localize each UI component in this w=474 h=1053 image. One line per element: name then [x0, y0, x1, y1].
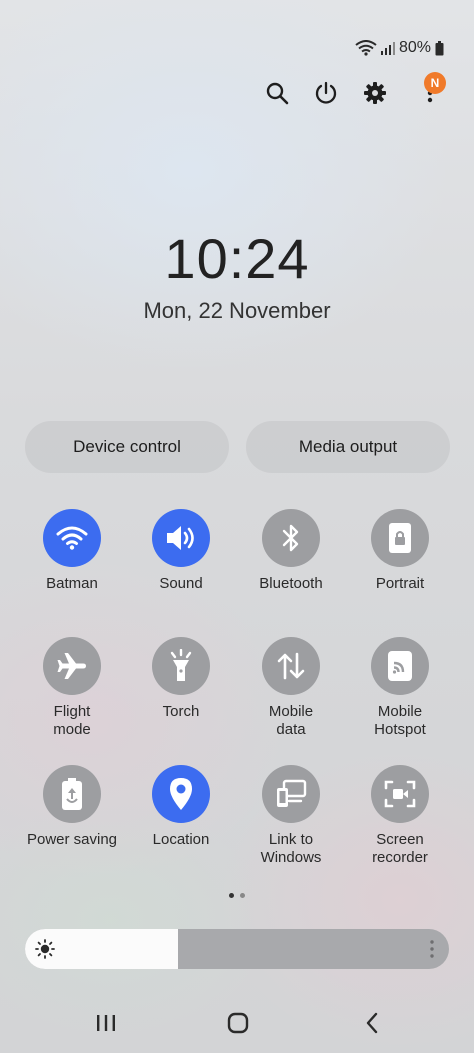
tile-label: Flight mode — [53, 703, 91, 738]
navigation-bar — [0, 1000, 474, 1046]
back-button[interactable] — [354, 1008, 390, 1038]
sun-icon — [35, 939, 55, 964]
tile-power-saving[interactable]: Power saving — [17, 765, 127, 849]
signal-icon — [380, 41, 395, 55]
tile-label: Link to Windows — [260, 831, 322, 866]
power-icon — [315, 81, 337, 104]
page-dot — [240, 893, 245, 898]
tile-wifi[interactable]: Batman — [17, 509, 127, 593]
tile-mobile-data[interactable]: Mobile data — [236, 637, 346, 739]
tile-flight-mode[interactable]: Flight mode — [17, 637, 127, 739]
tile-label: Screen recorder — [372, 831, 428, 866]
battery-percent: 80% — [398, 39, 431, 56]
link-windows-icon — [262, 765, 320, 823]
search-icon — [266, 82, 289, 105]
flashlight-icon — [152, 637, 210, 695]
tile-label: Mobile Hotspot — [374, 703, 426, 738]
device-control-button[interactable]: Device control — [25, 421, 229, 473]
notification-badge: N — [424, 72, 446, 94]
search-button[interactable] — [260, 76, 294, 110]
tile-location[interactable]: Location — [126, 765, 236, 849]
tile-portrait[interactable]: Portrait — [345, 509, 455, 593]
back-chevron-icon — [366, 1012, 378, 1034]
tile-screen-recorder[interactable]: Screen recorder — [345, 765, 455, 867]
clock-date: Mon, 22 November — [143, 298, 331, 323]
settings-button[interactable] — [358, 76, 392, 110]
tile-torch[interactable]: Torch — [126, 637, 236, 721]
home-button[interactable] — [220, 1008, 256, 1038]
wifi-icon — [43, 509, 101, 567]
brightness-slider[interactable] — [25, 929, 449, 969]
location-pin-icon — [152, 765, 210, 823]
tile-label: Batman — [46, 575, 98, 592]
power-button[interactable] — [309, 76, 343, 110]
battery-saver-icon — [43, 765, 101, 823]
brightness-more-icon[interactable] — [429, 939, 435, 964]
tile-label: Bluetooth — [259, 575, 323, 592]
media-output-button[interactable]: Media output — [246, 421, 450, 473]
recents-button[interactable] — [88, 1008, 124, 1038]
portrait-lock-icon — [371, 509, 429, 567]
more-options-button[interactable]: N — [408, 72, 446, 110]
wifi-status-icon — [355, 40, 377, 56]
tile-link-to-windows[interactable]: Link to Windows — [236, 765, 346, 867]
home-icon — [227, 1012, 249, 1034]
page-dot-active — [229, 893, 234, 898]
tile-label: Location — [152, 831, 210, 848]
tile-bluetooth[interactable]: Bluetooth — [236, 509, 346, 593]
tile-label: Torch — [162, 703, 200, 720]
page-indicator — [229, 893, 245, 898]
bluetooth-icon — [262, 509, 320, 567]
recents-icon — [97, 1015, 115, 1031]
tile-mobile-hotspot[interactable]: Mobile Hotspot — [345, 637, 455, 739]
data-arrows-icon — [262, 637, 320, 695]
quick-panel-actions: N — [0, 72, 474, 110]
battery-icon — [435, 40, 444, 56]
tile-label: Sound — [159, 575, 203, 592]
speaker-icon — [152, 509, 210, 567]
airplane-icon — [43, 637, 101, 695]
tile-label: Mobile data — [268, 703, 314, 738]
clock-time: 10:24 — [164, 227, 310, 290]
gear-icon — [364, 82, 386, 104]
screen-recorder-icon — [371, 765, 429, 823]
tile-label: Portrait — [375, 575, 425, 592]
tile-label: Power saving — [26, 831, 118, 848]
status-bar: 80% — [355, 36, 444, 60]
hotspot-icon — [371, 637, 429, 695]
tile-sound[interactable]: Sound — [126, 509, 236, 593]
